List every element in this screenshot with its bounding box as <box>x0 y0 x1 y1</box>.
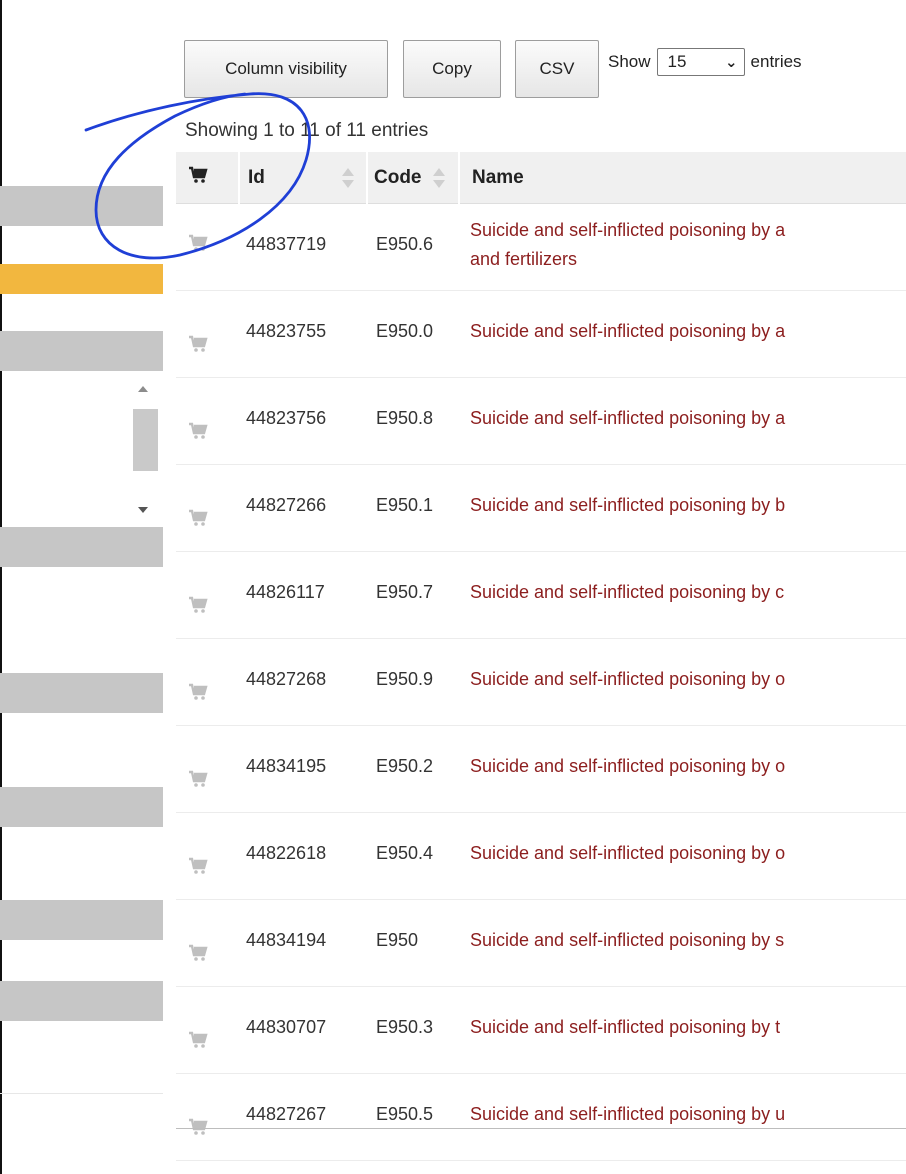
scroll-down-arrow-icon[interactable] <box>138 507 148 513</box>
cell-name-link[interactable]: Suicide and self-inflicted poisoning by … <box>470 756 785 777</box>
table-row[interactable]: 44826117 E950.7 Suicide and self-inflicted… <box>176 552 906 639</box>
cell-code: E950.8 <box>376 408 434 428</box>
results-table: Id Code Name 44837719 E950.6 Suicide and s… <box>176 152 906 1161</box>
cell-code: E950.6 <box>376 234 434 254</box>
scroll-up-arrow-icon[interactable] <box>138 386 148 392</box>
page-length-select[interactable]: 15 ⌄ <box>656 48 745 76</box>
cell-code: E950.2 <box>376 756 434 776</box>
cell-id: 44830707 <box>246 1017 327 1037</box>
cell-code: E950.9 <box>376 669 434 689</box>
add-to-cart-icon[interactable] <box>188 770 208 788</box>
header-separator <box>458 152 460 204</box>
cell-name-link[interactable]: Suicide and self-inflicted poisoning by … <box>470 1017 780 1038</box>
table-bottom-border <box>176 1128 906 1129</box>
add-to-cart-icon[interactable] <box>188 335 208 353</box>
entries-label: entries <box>750 52 802 71</box>
table-row[interactable]: 44822618 E950.4 Suicide and self-inflicted… <box>176 813 906 900</box>
table-info: Showing 1 to 11 of 11 entries <box>185 120 429 141</box>
cell-id: 44822618 <box>246 843 327 863</box>
cell-name-link[interactable]: Suicide and self-inflicted poisoning by … <box>470 495 785 516</box>
sidebar-bar[interactable] <box>0 527 163 567</box>
header-separator <box>366 152 368 204</box>
table-header: Id Code Name <box>176 152 906 204</box>
cell-name-link[interactable]: Suicide and self-inflicted poisoning by … <box>470 930 784 951</box>
sidebar-bar[interactable] <box>0 186 163 226</box>
add-to-cart-icon[interactable] <box>188 683 208 701</box>
cell-id: 44827268 <box>246 669 327 689</box>
cell-name-link[interactable]: Suicide and self-inflicted poisoning by … <box>470 408 785 429</box>
cell-id: 44834195 <box>246 756 327 776</box>
table-row[interactable]: 44834195 E950.2 Suicide and self-inflicted… <box>176 726 906 813</box>
left-panel <box>0 0 163 1174</box>
add-to-cart-icon[interactable] <box>188 1118 208 1136</box>
page-length-value: 15 <box>667 52 687 71</box>
copy-button[interactable]: Copy <box>403 40 501 98</box>
cell-id: 44826117 <box>246 582 325 602</box>
cell-name-link[interactable]: Suicide and self-inflicted poisoning by … <box>470 220 785 241</box>
sidebar-bar[interactable] <box>0 981 163 1021</box>
cell-id: 44827267 <box>246 1104 327 1124</box>
cell-id: 44827266 <box>246 495 327 515</box>
cell-id: 44834194 <box>246 930 327 950</box>
cell-id: 44837719 <box>246 234 327 254</box>
table-row[interactable]: 44827267 E950.5 Suicide and self-inflicted… <box>176 1074 906 1161</box>
table-row[interactable]: 44830707 E950.3 Suicide and self-inflicted… <box>176 987 906 1074</box>
add-to-cart-icon[interactable] <box>188 596 208 614</box>
csv-button[interactable]: CSV <box>515 40 599 98</box>
cell-name-link[interactable]: Suicide and self-inflicted poisoning by … <box>470 1104 785 1125</box>
scrollbar-thumb[interactable] <box>133 409 158 471</box>
table-row[interactable]: 44837719 E950.6 Suicide and self-inflicted… <box>176 204 906 291</box>
chevron-down-icon: ⌄ <box>724 54 738 71</box>
table-row[interactable]: 44834194 E950 Suicide and self-inflicted p… <box>176 900 906 987</box>
table-row[interactable]: 44823755 E950.0 Suicide and self-inflicted… <box>176 291 906 378</box>
cell-name-link[interactable]: Suicide and self-inflicted poisoning by … <box>470 321 785 342</box>
shopping-cart-icon <box>188 166 208 190</box>
cell-code: E950.4 <box>376 843 434 863</box>
sidebar-bar-selected[interactable] <box>0 264 163 294</box>
sort-icon[interactable] <box>342 168 354 190</box>
header-cart[interactable] <box>188 152 208 204</box>
cell-code: E950.7 <box>376 582 434 602</box>
table-body: 44837719 E950.6 Suicide and self-inflicted… <box>176 204 906 1161</box>
table-row[interactable]: 44823756 E950.8 Suicide and self-inflicted… <box>176 378 906 465</box>
cell-name-link[interactable]: Suicide and self-inflicted poisoning by … <box>470 669 785 690</box>
add-to-cart-icon[interactable] <box>188 1031 208 1049</box>
header-separator <box>238 152 240 204</box>
cell-id: 44823755 <box>246 321 327 341</box>
sidebar-bar[interactable] <box>0 331 163 371</box>
cell-name-link-line2[interactable]: and fertilizers <box>470 249 577 270</box>
sidebar-divider <box>0 1093 163 1094</box>
cell-id: 44823756 <box>246 408 327 428</box>
add-to-cart-icon[interactable] <box>188 234 208 252</box>
table-row[interactable]: 44827268 E950.9 Suicide and self-inflicted… <box>176 639 906 726</box>
add-to-cart-icon[interactable] <box>188 857 208 875</box>
add-to-cart-icon[interactable] <box>188 509 208 527</box>
cell-code: E950.1 <box>376 495 434 515</box>
cell-code: E950.5 <box>376 1104 434 1124</box>
sort-icon[interactable] <box>433 168 445 190</box>
page-length-control: Show 15 ⌄ entries <box>608 48 802 76</box>
cell-name-link[interactable]: Suicide and self-inflicted poisoning by … <box>470 843 785 864</box>
sidebar-bar[interactable] <box>0 673 163 713</box>
table-row[interactable]: 44827266 E950.1 Suicide and self-inflicted… <box>176 465 906 552</box>
sidebar-bar[interactable] <box>0 900 163 940</box>
add-to-cart-icon[interactable] <box>188 422 208 440</box>
cell-name-link[interactable]: Suicide and self-inflicted poisoning by … <box>470 582 784 603</box>
show-label: Show <box>608 52 651 71</box>
cell-code: E950.3 <box>376 1017 434 1037</box>
header-code[interactable]: Code <box>374 152 422 204</box>
add-to-cart-icon[interactable] <box>188 944 208 962</box>
header-name[interactable]: Name <box>472 152 524 204</box>
column-visibility-button[interactable]: Column visibility <box>184 40 388 98</box>
cell-code: E950.0 <box>376 321 434 341</box>
header-id[interactable]: Id <box>248 152 265 204</box>
cell-code: E950 <box>376 930 419 950</box>
sidebar-bar[interactable] <box>0 787 163 827</box>
page: Column visibility Copy CSV Show 15 ⌄ ent… <box>0 0 906 1174</box>
